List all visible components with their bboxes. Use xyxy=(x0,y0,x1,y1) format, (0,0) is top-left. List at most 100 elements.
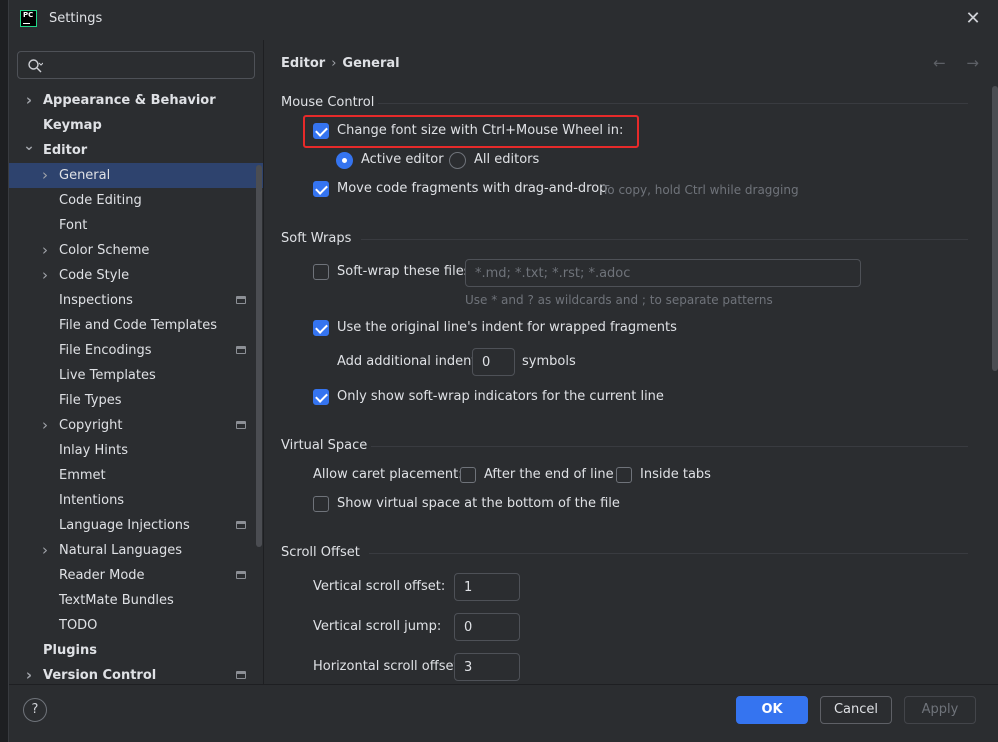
sidebar-item-intentions[interactable]: Intentions xyxy=(9,488,263,513)
sidebar-item-live-templates[interactable]: Live Templates xyxy=(9,363,263,388)
section-title-soft-wraps: Soft Wraps xyxy=(281,231,352,246)
content-scrollbar[interactable] xyxy=(992,86,998,371)
move-fragments-checkbox[interactable] xyxy=(313,181,329,197)
apply-button[interactable]: Apply xyxy=(904,696,976,724)
sidebar-item-label: TextMate Bundles xyxy=(59,593,174,608)
chevron-right-icon[interactable]: › xyxy=(39,238,51,263)
soft-wrap-files-input[interactable] xyxy=(465,259,861,287)
sidebar-item-appearance-behavior[interactable]: › Appearance & Behavior xyxy=(9,88,263,113)
back-forward-arrows-icon[interactable]: ← → xyxy=(933,54,987,72)
sidebar-item-color-scheme[interactable]: › Color Scheme xyxy=(9,238,263,263)
after-end-of-line-label: After the end of line xyxy=(484,467,614,482)
help-icon[interactable]: ? xyxy=(23,698,47,722)
only-show-indicators-label: Only show soft-wrap indicators for the c… xyxy=(337,389,664,404)
show-virtual-space-label: Show virtual space at the bottom of the … xyxy=(337,496,620,511)
horizontal-scroll-offset-input[interactable] xyxy=(454,653,520,681)
sidebar-item-version-control[interactable]: › Version Control xyxy=(9,663,263,684)
sidebar-item-label: Intentions xyxy=(59,493,125,508)
section-title-virtual-space: Virtual Space xyxy=(281,438,368,453)
all-editors-radio[interactable] xyxy=(449,152,466,169)
move-fragments-hint: To copy, hold Ctrl while dragging xyxy=(602,183,799,197)
sidebar-item-label: Inspections xyxy=(59,293,133,308)
sidebar-item-reader-mode[interactable]: Reader Mode xyxy=(9,563,263,588)
use-original-indent-checkbox[interactable] xyxy=(313,320,329,336)
sidebar-item-font[interactable]: Font xyxy=(9,213,263,238)
sidebar-item-general[interactable]: › General xyxy=(9,163,263,188)
sidebar-item-label: File Types xyxy=(59,393,122,408)
sidebar-item-inspections[interactable]: Inspections xyxy=(9,288,263,313)
chevron-right-icon[interactable]: › xyxy=(23,88,35,113)
search-icon xyxy=(28,59,43,73)
soft-wrap-files-checkbox[interactable] xyxy=(313,264,329,280)
chevron-right-icon[interactable]: › xyxy=(39,263,51,288)
vertical-scroll-offset-input[interactable] xyxy=(454,573,520,601)
sidebar-item-label: Code Style xyxy=(59,268,130,283)
sidebar-item-label: Language Injections xyxy=(59,518,190,533)
section-divider xyxy=(371,446,968,447)
sidebar-item-keymap[interactable]: Keymap xyxy=(9,113,263,138)
sidebar-item-label: Natural Languages xyxy=(59,543,183,558)
change-font-size-label: Change font size with Ctrl+Mouse Wheel i… xyxy=(337,123,624,138)
sidebar-item-copyright[interactable]: › Copyright xyxy=(9,413,263,438)
soft-wrap-files-label: Soft-wrap these files: xyxy=(337,264,475,279)
sidebar-item-file-encodings[interactable]: File Encodings xyxy=(9,338,263,363)
breadcrumb-current: General xyxy=(342,56,400,71)
cancel-button[interactable]: Cancel xyxy=(820,696,892,724)
vertical-scroll-jump-label: Vertical scroll jump: xyxy=(313,619,442,634)
sidebar-item-language-injections[interactable]: Language Injections xyxy=(9,513,263,538)
vertical-scroll-offset-label: Vertical scroll offset: xyxy=(313,579,446,594)
sidebar-item-label: Plugins xyxy=(43,643,97,658)
chevron-right-icon[interactable]: › xyxy=(39,163,51,188)
project-level-icon xyxy=(236,296,246,304)
caret-placement-label: Allow caret placement: xyxy=(313,467,463,482)
inside-tabs-checkbox[interactable] xyxy=(616,467,632,483)
close-icon[interactable]: ✕ xyxy=(963,9,983,29)
sidebar-item-label: Editor xyxy=(43,143,88,158)
sidebar-item-todo[interactable]: TODO xyxy=(9,613,263,638)
project-level-icon xyxy=(236,671,246,679)
chevron-right-icon[interactable]: › xyxy=(23,663,35,684)
chevron-down-icon[interactable]: ⌄ xyxy=(23,134,35,159)
sidebar-item-file-and-code-templates[interactable]: File and Code Templates xyxy=(9,313,263,338)
active-editor-radio[interactable] xyxy=(336,152,353,169)
sidebar-item-file-types[interactable]: File Types xyxy=(9,388,263,413)
chevron-right-icon[interactable]: › xyxy=(39,538,51,563)
sidebar-item-editor[interactable]: ⌄ Editor xyxy=(9,138,263,163)
sidebar-item-textmate-bundles[interactable]: TextMate Bundles xyxy=(9,588,263,613)
only-show-indicators-checkbox[interactable] xyxy=(313,389,329,405)
horizontal-scroll-offset-label: Horizontal scroll offset: xyxy=(313,659,463,674)
additional-indent-label: Add additional indent: xyxy=(337,354,481,369)
sidebar-item-label: File and Code Templates xyxy=(59,318,217,333)
sidebar-item-label: Version Control xyxy=(43,668,157,683)
sidebar-item-emmet[interactable]: Emmet xyxy=(9,463,263,488)
sidebar-item-label: Keymap xyxy=(43,118,102,133)
breadcrumb-separator: › xyxy=(331,56,337,71)
vertical-scroll-jump-input[interactable] xyxy=(454,613,520,641)
sidebar-item-code-style[interactable]: › Code Style xyxy=(9,263,263,288)
window-title: Settings xyxy=(49,11,103,26)
sidebar-item-natural-languages[interactable]: › Natural Languages xyxy=(9,538,263,563)
chevron-right-icon[interactable]: › xyxy=(39,413,51,438)
use-original-indent-label: Use the original line's indent for wrapp… xyxy=(337,320,677,335)
additional-indent-input[interactable] xyxy=(472,348,515,376)
sidebar-item-code-editing[interactable]: Code Editing xyxy=(9,188,263,213)
pycharm-logo-icon: PC xyxy=(20,10,37,27)
sidebar-item-label: Copyright xyxy=(59,418,123,433)
active-editor-label: Active editor xyxy=(361,152,444,167)
show-virtual-space-checkbox[interactable] xyxy=(313,496,329,512)
search-field[interactable] xyxy=(17,51,255,79)
sidebar-item-label: File Encodings xyxy=(59,343,152,358)
move-fragments-label: Move code fragments with drag-and-drop xyxy=(337,181,608,196)
sidebar-item-inlay-hints[interactable]: Inlay Hints xyxy=(9,438,263,463)
symbols-label: symbols xyxy=(522,354,576,369)
sidebar-item-plugins[interactable]: Plugins xyxy=(9,638,263,663)
project-level-icon xyxy=(236,521,246,529)
settings-dialog: PC Settings ✕ › Appearance & Behavior Keym… xyxy=(8,0,998,742)
sidebar-scrollbar[interactable] xyxy=(256,165,262,547)
sidebar-item-label: Color Scheme xyxy=(59,243,150,258)
after-end-of-line-checkbox[interactable] xyxy=(460,467,476,483)
breadcrumb-parent[interactable]: Editor xyxy=(281,56,325,71)
sidebar-item-label: Live Templates xyxy=(59,368,156,383)
ok-button[interactable]: OK xyxy=(736,696,808,724)
change-font-size-checkbox[interactable] xyxy=(313,123,329,139)
